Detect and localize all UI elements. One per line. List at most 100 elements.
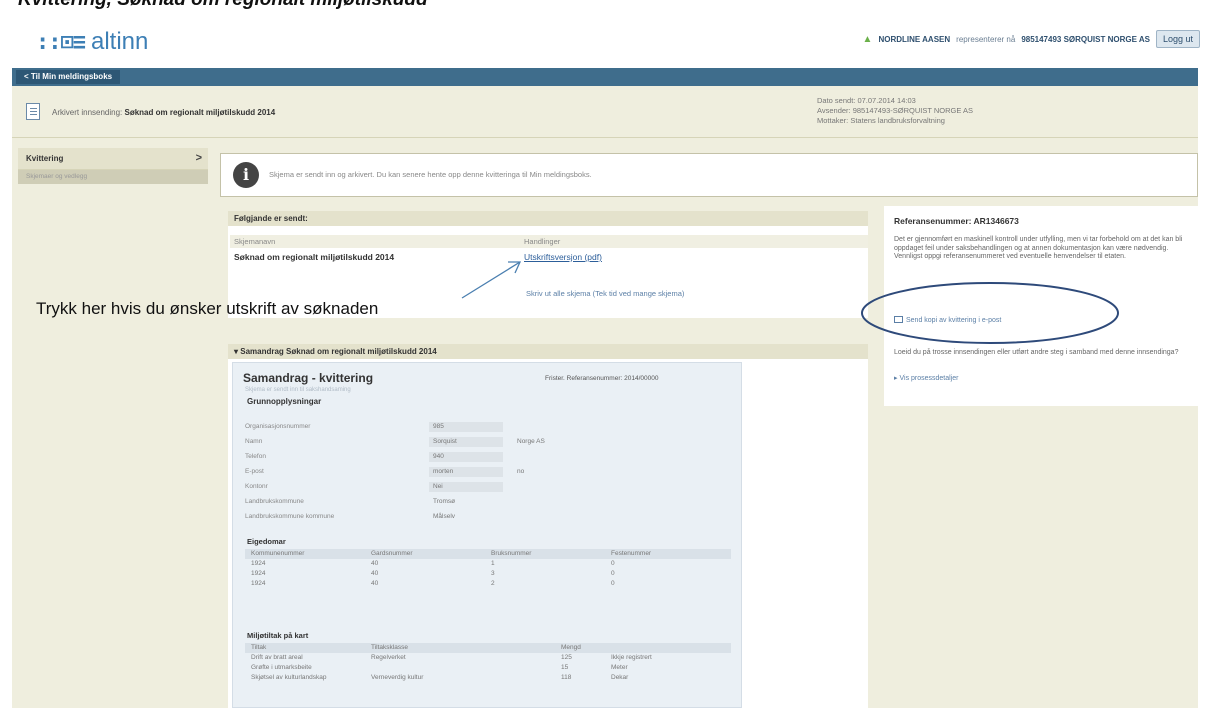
properties-table: Kommunenummer Gardsnummer Bruksnummer Fe… bbox=[245, 549, 731, 589]
sidebar-item-receipt[interactable]: Kvittering > bbox=[18, 148, 208, 170]
sidebar-item-label: Kvittering bbox=[26, 154, 64, 163]
column-header: Tiltak bbox=[251, 644, 267, 651]
table-cell: 40 bbox=[371, 560, 379, 567]
logo-text: altinn bbox=[90, 28, 149, 55]
table-row: Grøfte i utmarksbeite 15 Meter bbox=[245, 663, 731, 673]
field-label: Landbrukskommune kommune bbox=[245, 513, 335, 520]
sender: Avsender: 985147493-SØRQUIST NORGE AS bbox=[817, 106, 974, 115]
column-header: Festenummer bbox=[611, 550, 652, 557]
summary-title: Samandrag - kvittering bbox=[243, 371, 374, 385]
user-name: NORDLINE AASEN bbox=[878, 34, 951, 44]
represents-label: representerer nå bbox=[956, 34, 1016, 44]
table-cell: 1924 bbox=[251, 580, 266, 587]
table-cell: 1 bbox=[491, 560, 495, 567]
table-cell: 2 bbox=[491, 580, 495, 587]
table-cell: 1924 bbox=[251, 570, 266, 577]
table-row: 1924 40 3 0 bbox=[245, 569, 731, 579]
summary-field: E-post morten no bbox=[245, 467, 645, 478]
altinn-logo[interactable]: ::⊡≡ altinn bbox=[36, 28, 148, 56]
organisation-name: 985147493 SØRQUIST NORGE AS bbox=[1021, 34, 1150, 44]
properties-title: Eigedomar bbox=[247, 537, 286, 546]
table-row: Drift av bratt areal Regelverket 125 Ikk… bbox=[245, 653, 731, 663]
field-value: Tromsø bbox=[433, 498, 456, 505]
table-cell: 40 bbox=[371, 580, 379, 587]
field-label: Kontonr bbox=[245, 483, 268, 490]
table-cell: 0 bbox=[611, 560, 615, 567]
table-cell: 1924 bbox=[251, 560, 266, 567]
sent-forms-table: Skjemanavn Handlinger Søknad om regional… bbox=[230, 235, 868, 266]
col-form-name: Skjemanavn bbox=[234, 237, 276, 246]
logout-button[interactable]: Logg ut bbox=[1155, 30, 1200, 48]
sent-heading: Følgjande er sendt: bbox=[228, 211, 868, 226]
table-header: Kommunenummer Gardsnummer Bruksnummer Fe… bbox=[245, 549, 731, 559]
field-value: Sorquist bbox=[433, 438, 457, 445]
table-cell: 0 bbox=[611, 580, 615, 587]
table-cell: Dekar bbox=[611, 674, 629, 681]
table-row: 1924 40 2 0 bbox=[245, 579, 731, 589]
process-note: Loeid du på trosse innsendingen eller ut… bbox=[894, 349, 1179, 356]
form-name: Søknad om regionalt miljøtilskudd 2014 bbox=[234, 252, 395, 262]
field-unit: Norge AS bbox=[517, 438, 545, 445]
summary-field: Kontonr Nei bbox=[245, 482, 645, 493]
table-cell: Skjøtsel av kulturlandskap bbox=[251, 674, 327, 681]
process-details-label: Vis prosessdetaljer bbox=[899, 375, 959, 382]
reference-number: Referansenummer: AR1346673 bbox=[894, 216, 1019, 226]
back-to-inbox-link[interactable]: < Til Min meldingsboks bbox=[16, 70, 121, 84]
field-value: Nei bbox=[433, 483, 443, 490]
summary-heading[interactable]: ▾ Samandrag Søknad om regionalt miljøtil… bbox=[228, 344, 868, 359]
summary-document: Samandrag - kvittering Frister. Referans… bbox=[232, 362, 742, 708]
table-row: 1924 40 1 0 bbox=[245, 559, 731, 569]
email-receipt-label: Send kopi av kvittering i e-post bbox=[906, 317, 1002, 324]
field-label: Namn bbox=[245, 438, 263, 445]
archived-label: Arkivert innsending: bbox=[52, 108, 123, 117]
summary-panel: ▾ Samandrag Søknad om regionalt miljøtil… bbox=[228, 344, 868, 708]
column-header: Mengd bbox=[561, 644, 581, 651]
receiver: Mottaker: Statens landbruksforvaltning bbox=[817, 116, 945, 125]
table-header: Tiltak Tiltaksklasse Mengd bbox=[245, 643, 731, 653]
print-all-link[interactable]: Skriv ut alle skjema (Tek tid ved mange … bbox=[526, 289, 684, 298]
archived-title: Søknad om regionalt miljøtilskudd 2014 bbox=[124, 108, 276, 117]
table-cell: 118 bbox=[561, 674, 572, 681]
field-label: E-post bbox=[245, 468, 264, 475]
field-value: Målselv bbox=[433, 513, 456, 520]
field-label: Telefon bbox=[245, 453, 266, 460]
table-cell: Ikkje registrert bbox=[611, 654, 652, 661]
email-receipt-link[interactable]: Send kopi av kvittering i e-post bbox=[894, 316, 1001, 324]
summary-reference: Frister. Referansenummer: 2014/00000 bbox=[545, 375, 659, 382]
user-bar: ▲ NORDLINE AASEN representerer nå 985147… bbox=[863, 30, 1200, 48]
table-cell: Verneverdig kultur bbox=[371, 674, 424, 681]
field-label: Landbrukskommune bbox=[245, 498, 304, 505]
field-label: Organisasjonsnummer bbox=[245, 423, 311, 430]
table-cell: Regelverket bbox=[371, 654, 406, 661]
nav-bar: < Til Min meldingsboks bbox=[12, 68, 1198, 86]
field-value: morten bbox=[433, 468, 454, 475]
measures-title: Miljøtiltak på kart bbox=[247, 631, 309, 640]
info-icon: i bbox=[233, 162, 259, 188]
table-cell: 0 bbox=[611, 570, 615, 577]
submission-meta: Dato sendt: 07.07.2014 14:03 Avsender: 9… bbox=[817, 96, 973, 126]
summary-field: Landbrukskommune Tromsø bbox=[245, 498, 645, 508]
sidebar-item-forms[interactable]: Skjemaer og vedlegg bbox=[18, 170, 208, 184]
reference-text: Det er gjennomført en maskinell kontroll… bbox=[894, 236, 1183, 260]
process-details-link[interactable]: ▸ Vis prosessdetaljer bbox=[894, 374, 958, 382]
document-icon bbox=[26, 103, 40, 120]
table-row: Søknad om regionalt miljøtilskudd 2014 U… bbox=[230, 248, 868, 266]
column-header bbox=[605, 643, 731, 653]
summary-group-title: Grunnopplysningar bbox=[247, 397, 322, 406]
summary-subtitle: Skjema er sendt inn til sakshandsaming bbox=[245, 387, 351, 393]
user-icon: ▲ bbox=[862, 33, 873, 45]
table-cell: 125 bbox=[561, 654, 572, 661]
summary-field: Landbrukskommune kommune Målselv bbox=[245, 513, 645, 523]
column-header: Gardsnummer bbox=[371, 550, 413, 557]
field-value: 940 bbox=[433, 453, 444, 460]
table-cell: 15 bbox=[561, 664, 569, 671]
table-cell: Grøfte i utmarksbeite bbox=[251, 664, 312, 671]
annotation-text: Trykk her hvis du ønsker utskrift av søk… bbox=[36, 299, 379, 318]
archived-submission: Arkivert innsending: Søknad om regionalt… bbox=[52, 108, 275, 117]
print-version-link[interactable]: Utskriftsversjon (pdf) bbox=[524, 252, 602, 262]
summary-field: Telefon 940 bbox=[245, 452, 645, 463]
table-cell: 3 bbox=[491, 570, 495, 577]
table-cell bbox=[365, 663, 555, 673]
info-text: Skjema er sendt inn og arkivert. Du kan … bbox=[269, 170, 592, 179]
page-caption-fragment: Kvittering, Søknad om regionalt miljøtil… bbox=[0, 0, 1210, 12]
